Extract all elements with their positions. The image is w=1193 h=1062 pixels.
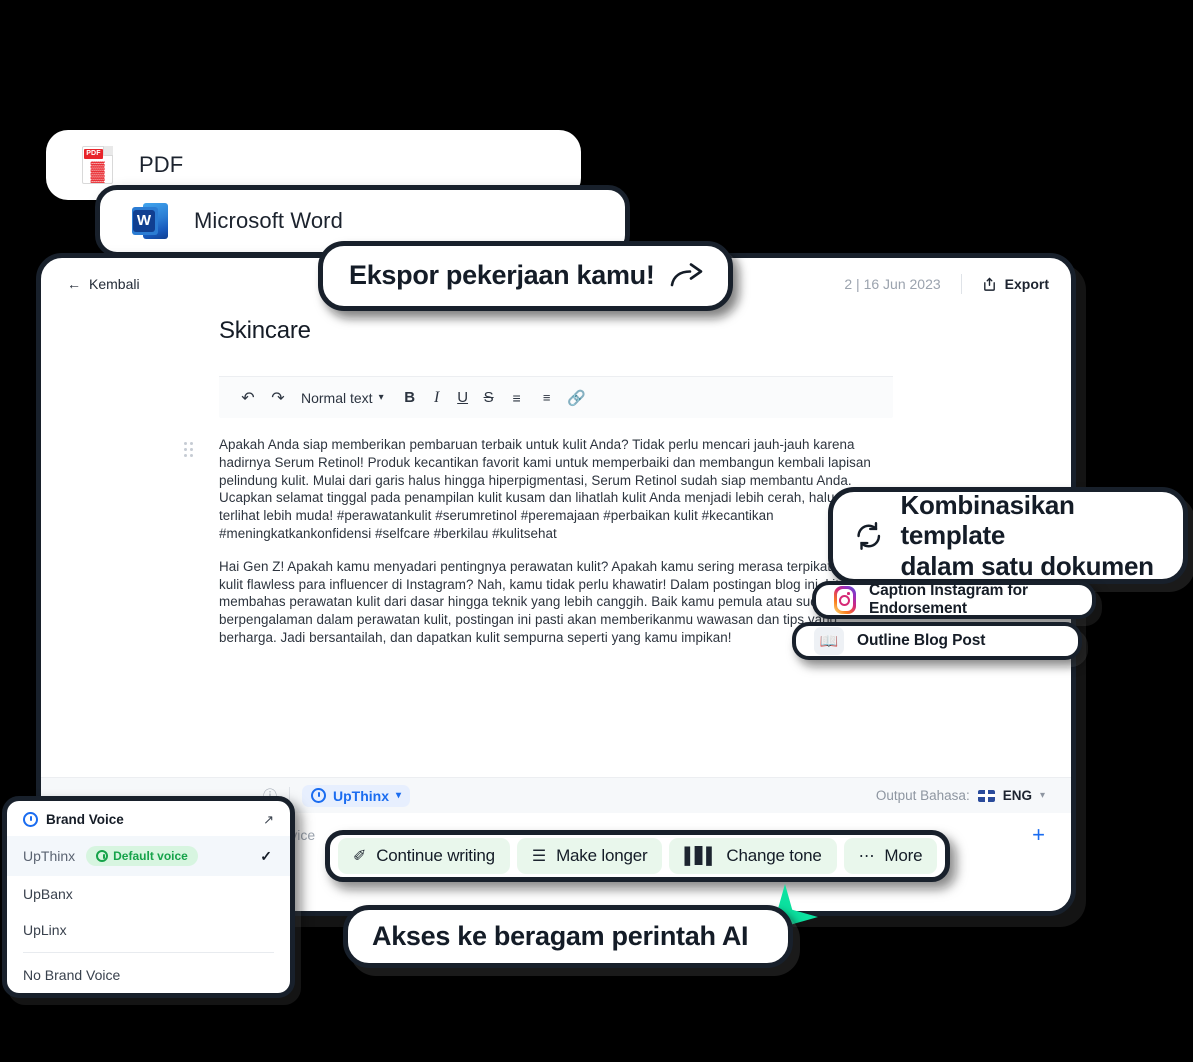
screenshot-stage: PDF ▓ PDF W Microsoft Word ← Kembali 2 |…	[0, 0, 1193, 1062]
pdf-badge-label: PDF	[84, 149, 103, 159]
plus-icon[interactable]: +	[1032, 824, 1045, 846]
export-option-pdf-label: PDF	[139, 152, 184, 177]
brand-voice-divider	[23, 952, 274, 953]
default-voice-badge-label: Default voice	[113, 849, 188, 863]
output-language-selector[interactable]: Output Bahasa: ENG ▾	[876, 788, 1045, 803]
brand-voice-dropdown: Brand Voice ↗︎ UpThinx Default voice ✓ U…	[2, 796, 295, 998]
header-divider	[960, 274, 962, 294]
default-voice-badge: Default voice	[86, 846, 198, 866]
uk-flag-icon	[977, 789, 995, 802]
template-item-instagram[interactable]: Caption Instagram for Endorsement	[812, 581, 1096, 619]
check-icon: ✓	[260, 847, 272, 864]
brand-voice-option-none[interactable]: No Brand Voice	[7, 957, 290, 993]
redo-arrow-icon[interactable]: ↷	[263, 384, 293, 412]
pen-nib-icon: ✐	[353, 848, 367, 865]
ai-command-change-tone[interactable]: ▌▋▌ Change tone	[669, 838, 837, 874]
document-meta: 2 | 16 Jun 2023	[844, 276, 941, 292]
brand-voice-option-upbanx[interactable]: UpBanx	[7, 876, 290, 912]
chevron-down-icon: ▾	[378, 392, 384, 403]
document-body[interactable]: Apakah Anda siap memberikan pembaruan te…	[184, 436, 893, 647]
brand-voice-option-label: No Brand Voice	[23, 967, 121, 983]
back-button[interactable]: ← Kembali	[67, 276, 140, 292]
brand-voice-option-label: UpBanx	[23, 886, 73, 902]
brand-voice-option-label: UpLinx	[23, 922, 67, 938]
template-item-blog[interactable]: 📖 Outline Blog Post	[792, 622, 1082, 660]
export-button-label: Export	[1004, 276, 1049, 292]
template-item-label: Outline Blog Post	[857, 632, 986, 649]
bulleted-list-icon[interactable]: ≡	[502, 384, 532, 412]
document-paragraph: Apakah Anda siap memberikan pembaruan te…	[219, 437, 872, 541]
brand-voice-icon	[311, 788, 326, 803]
instagram-icon	[834, 586, 856, 614]
external-link-icon[interactable]: ↗︎	[263, 812, 274, 828]
export-option-word-label: Microsoft Word	[194, 208, 343, 233]
bold-button[interactable]: B	[396, 384, 424, 412]
chevron-down-icon: ▾	[1039, 790, 1045, 801]
underline-button[interactable]: U	[450, 384, 476, 412]
ai-command-label: Continue writing	[376, 846, 495, 865]
ai-command-continue-writing[interactable]: ✐ Continue writing	[338, 838, 510, 874]
ai-command-label: More	[884, 846, 923, 865]
export-upload-icon	[983, 277, 995, 291]
waveform-icon: ▌▋▌	[684, 848, 717, 865]
ellipsis-icon: ⋯	[858, 848, 875, 865]
callout-template-label: Kombinasikan template dalam satu dokumen	[900, 489, 1155, 581]
word-glyph: W	[133, 210, 155, 232]
open-book-icon: 📖	[814, 627, 844, 655]
ai-command-more[interactable]: ⋯ More	[843, 838, 938, 874]
brand-voice-option-upthinx[interactable]: UpThinx Default voice ✓	[7, 836, 290, 876]
callout-template: Kombinasikan template dalam satu dokumen	[828, 487, 1188, 584]
back-button-label: Kembali	[89, 276, 140, 292]
ai-command-make-longer[interactable]: ☰ Make longer	[516, 838, 663, 874]
export-button[interactable]: Export	[982, 276, 1049, 292]
drag-handle-icon[interactable]	[184, 442, 194, 458]
callout-ai-commands: Akses ke beragam perintah AI	[343, 905, 793, 968]
ai-command-label: Change tone	[726, 846, 822, 865]
italic-button[interactable]: I	[424, 384, 450, 412]
chevron-down-icon: ▾	[396, 790, 402, 801]
brand-voice-icon	[96, 850, 109, 862]
callout-ai-label: Akses ke beragam perintah AI	[372, 920, 749, 951]
lines-icon: ☰	[531, 848, 547, 865]
undo-arrow-icon[interactable]: ↶	[233, 384, 263, 412]
brand-voice-icon	[23, 812, 38, 827]
numbered-list-icon[interactable]: ≡	[532, 384, 562, 412]
strikethrough-button[interactable]: S	[476, 384, 502, 412]
arrow-left-icon: ←	[67, 276, 81, 292]
brand-voice-option-label: UpThinx	[23, 848, 76, 864]
share-arrow-icon	[670, 263, 703, 287]
text-style-select[interactable]: Normal text ▾	[301, 390, 384, 406]
link-chain-icon[interactable]: 🔗	[562, 384, 592, 412]
ai-command-label: Make longer	[556, 846, 648, 865]
output-language-label: Output Bahasa:	[875, 788, 970, 803]
pdf-file-icon: PDF ▓	[82, 146, 113, 184]
editor-header-right: 2 | 16 Jun 2023 Export	[844, 258, 1049, 310]
callout-export: Ekspor pekerjaan kamu!	[318, 241, 733, 311]
brand-voice-title: Brand Voice	[46, 812, 124, 827]
ai-command-bar: ✐ Continue writing ☰ Make longer ▌▋▌ Cha…	[325, 830, 951, 882]
formatting-toolbar: ↶ ↷ Normal text ▾ B I U S ≡ ≡ 🔗	[219, 376, 893, 418]
text-style-label: Normal text	[301, 389, 373, 406]
brand-voice-option-uplinx[interactable]: UpLinx	[7, 912, 290, 948]
microsoft-word-icon: W	[132, 203, 168, 239]
brand-voice-header: Brand Voice ↗︎	[7, 801, 290, 836]
output-language-value: ENG	[1002, 788, 1032, 803]
refresh-cycle-icon	[857, 521, 881, 550]
template-item-label: Caption Instagram for Endorsement	[868, 582, 1028, 617]
brand-voice-selected-label: UpThinx	[333, 787, 389, 804]
brand-voice-selector[interactable]: UpThinx ▾	[302, 784, 411, 807]
callout-export-label: Ekspor pekerjaan kamu!	[349, 260, 655, 291]
document-title[interactable]: Skincare	[219, 317, 1071, 345]
